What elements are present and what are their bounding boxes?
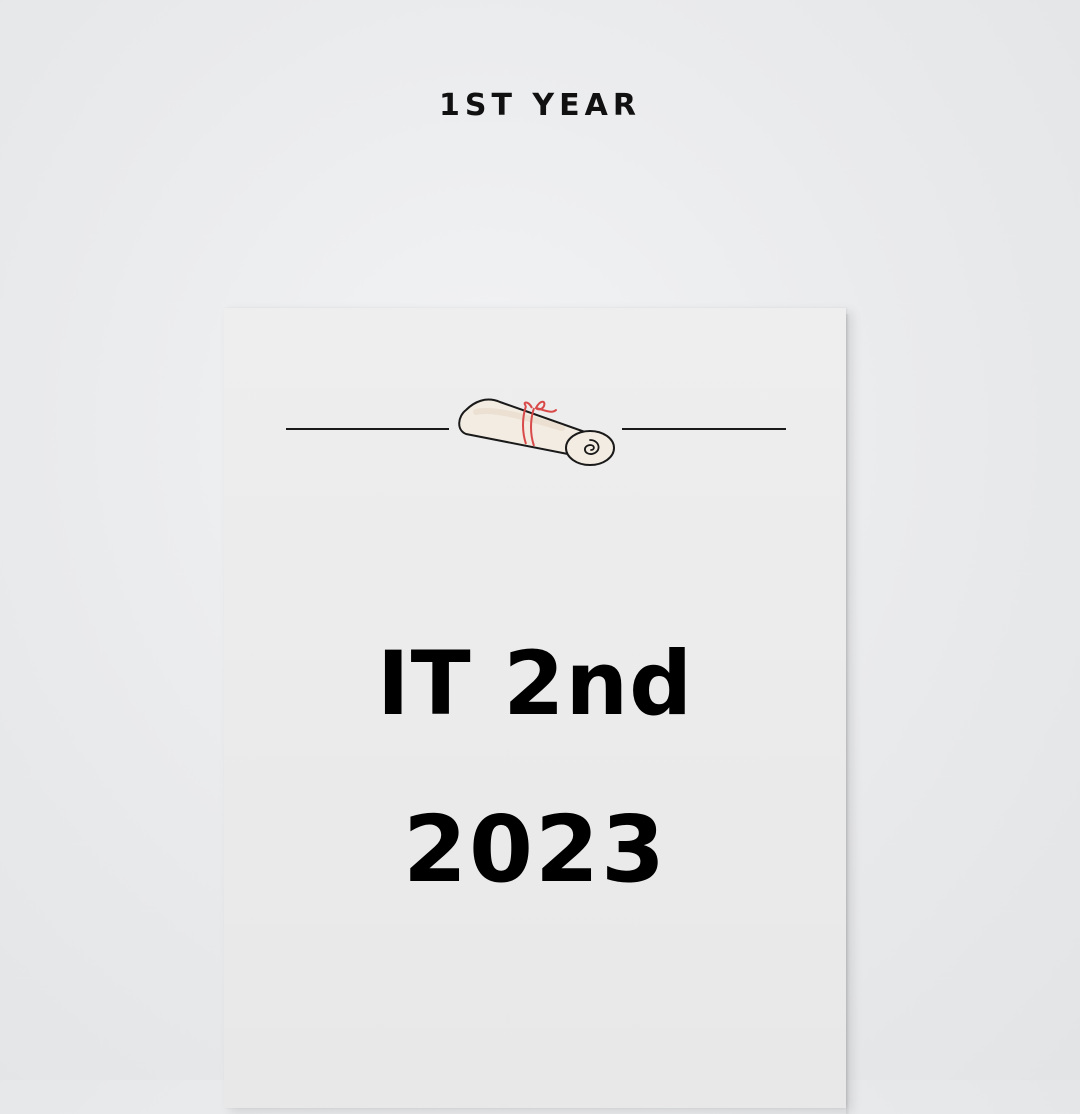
top-label: 1ST YEAR xyxy=(439,88,641,123)
divider-right xyxy=(622,428,786,430)
headline-course: IT 2nd xyxy=(376,632,694,735)
headline-year: 2023 xyxy=(402,796,668,903)
divider-left xyxy=(286,428,449,430)
scroll-icon xyxy=(458,398,615,466)
